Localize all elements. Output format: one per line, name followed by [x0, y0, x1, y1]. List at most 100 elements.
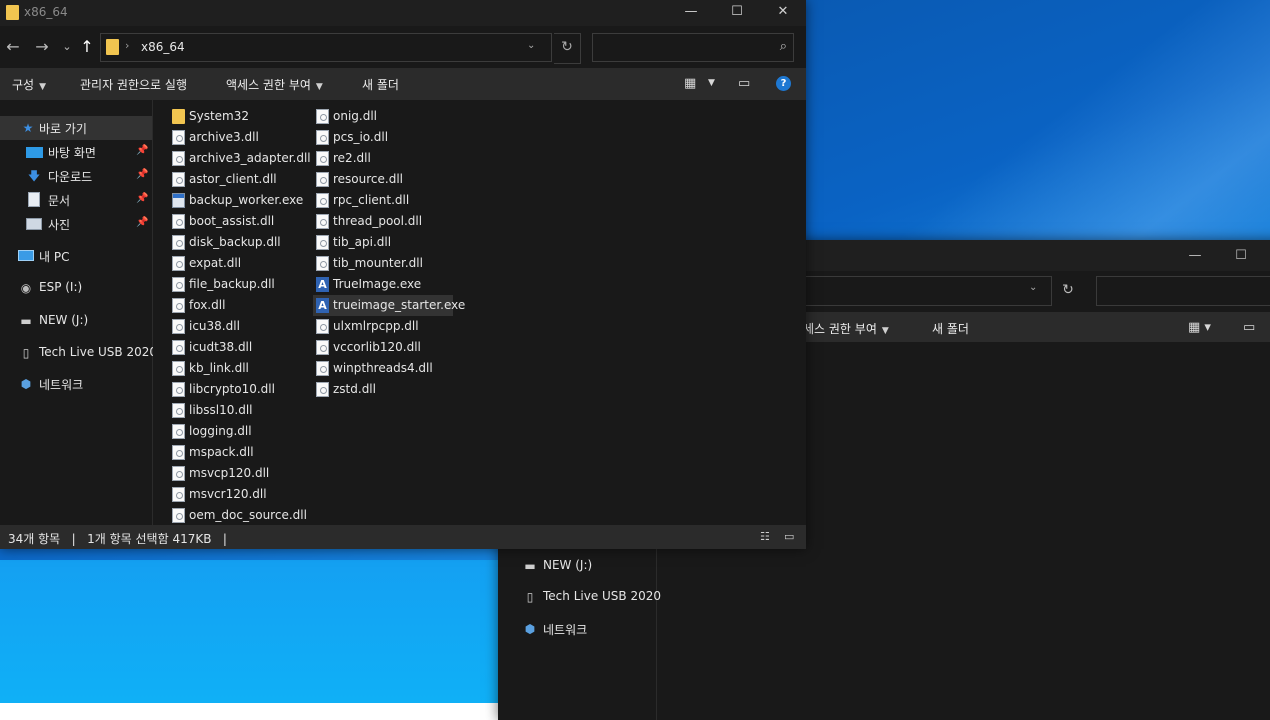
background-give-access-label: 세스 권한 부여 — [803, 322, 877, 336]
nav-item-downloads[interactable]: 🡇 다운로드 📌 — [0, 164, 152, 188]
new-folder-button[interactable]: 새 폴더 — [362, 76, 399, 93]
nav-item-pictures[interactable]: 사진 📌 — [0, 212, 152, 236]
chevron-down-icon[interactable]: ⌄ — [527, 40, 535, 51]
large-icons-view-icon[interactable]: ▭ — [784, 530, 794, 543]
file-item[interactable]: expat.dll — [169, 253, 297, 274]
back-button[interactable]: ← — [2, 34, 24, 60]
file-item[interactable]: pcs_io.dll — [313, 127, 453, 148]
dll-file-icon — [172, 382, 185, 397]
refresh-button[interactable]: ↻ — [554, 33, 581, 64]
file-item[interactable]: rpc_client.dll — [313, 190, 453, 211]
folder-item[interactable]: System32 — [169, 106, 297, 127]
help-icon[interactable]: ? — [776, 76, 791, 91]
address-bar[interactable]: › x86_64 ⌄ — [100, 33, 552, 62]
chevron-down-icon[interactable]: ⌄ — [1029, 282, 1037, 293]
search-icon[interactable]: ⌕ — [780, 39, 787, 54]
file-item[interactable]: astor_client.dll — [169, 169, 297, 190]
file-name: icudt38.dll — [189, 340, 253, 354]
file-item[interactable]: re2.dll — [313, 148, 453, 169]
file-item[interactable]: A TrueImage.exe — [313, 274, 453, 295]
file-item[interactable]: winpthreads4.dll — [313, 358, 453, 379]
pin-icon[interactable]: 📌 — [136, 217, 148, 228]
background-nav-item-new-j[interactable]: ▬ NEW (J:) — [518, 554, 658, 578]
minimize-button[interactable]: — — [668, 0, 714, 26]
background-nav-item-network[interactable]: ⬢ 네트워크 — [518, 617, 658, 641]
file-item[interactable]: resource.dll — [313, 169, 453, 190]
file-item[interactable]: libcrypto10.dll — [169, 379, 297, 400]
file-item[interactable]: tib_api.dll — [313, 232, 453, 253]
file-item[interactable]: msvcr120.dll — [169, 484, 297, 505]
nav-item-documents[interactable]: 문서 📌 — [0, 188, 152, 212]
background-nav-item-tech-live-usb[interactable]: ▯ Tech Live USB 2020 — [518, 585, 661, 609]
file-item[interactable]: oem_doc_source.dll — [169, 505, 307, 526]
background-refresh-button[interactable]: ↻ — [1054, 276, 1082, 304]
run-as-admin-button[interactable]: 관리자 권한으로 실행 — [80, 76, 187, 93]
file-item[interactable]: icudt38.dll — [169, 337, 297, 358]
preview-pane-icon[interactable]: ▭ — [1243, 320, 1255, 335]
trueimage-app-icon: A — [316, 277, 329, 292]
background-new-folder-button[interactable]: 새 폴더 — [932, 320, 969, 337]
chevron-down-icon[interactable]: ▼ — [708, 78, 715, 88]
background-maximize-button[interactable]: ☐ — [1218, 240, 1264, 271]
file-name: logging.dll — [189, 424, 252, 438]
file-item[interactable]: disk_backup.dll — [169, 232, 297, 253]
file-item[interactable]: msvcp120.dll — [169, 463, 297, 484]
nav-item-desktop[interactable]: 바탕 화면 📌 — [0, 140, 152, 164]
navigation-pane: ★ 바로 가기 바탕 화면 📌 🡇 다운로드 📌 문서 📌 사진 📌 내 PC — [0, 100, 157, 525]
preview-pane-icon[interactable]: ▭ — [738, 76, 750, 91]
background-search-input[interactable] — [1096, 276, 1270, 306]
up-button[interactable]: ↑ — [76, 34, 98, 60]
forward-button[interactable]: → — [31, 34, 53, 60]
file-item[interactable]: fox.dll — [169, 295, 297, 316]
pin-icon[interactable]: 📌 — [136, 193, 148, 204]
nav-item-this-pc[interactable]: 내 PC — [0, 244, 152, 268]
file-item[interactable]: mspack.dll — [169, 442, 297, 463]
file-item[interactable]: libssl10.dll — [169, 400, 297, 421]
pin-icon[interactable]: 📌 — [136, 145, 148, 156]
file-name: disk_backup.dll — [189, 235, 281, 249]
dll-file-icon — [172, 424, 185, 439]
dll-file-icon — [316, 319, 329, 334]
background-address-bar[interactable]: ⌄ — [798, 276, 1052, 306]
file-item[interactable]: Atrueimage_starter.exe — [313, 295, 465, 316]
file-list[interactable]: System32 archive3.dll archive3_adapter.dll… — [153, 100, 806, 525]
breadcrumb[interactable]: x86_64 — [141, 40, 185, 54]
details-view-icon[interactable]: ☷ — [760, 530, 770, 543]
file-item[interactable]: kb_link.dll — [169, 358, 297, 379]
view-options-icon[interactable]: ▦ ▾ — [1188, 320, 1211, 335]
view-options-icon[interactable]: ▦ — [684, 76, 696, 91]
file-item[interactable]: onig.dll — [313, 106, 453, 127]
title-bar[interactable]: x86_64 — ☐ ✕ — [0, 0, 806, 26]
file-item[interactable]: file_backup.dll — [169, 274, 297, 295]
maximize-button[interactable]: ☐ — [714, 0, 760, 26]
file-item[interactable]: archive3_adapter.dll — [169, 148, 311, 169]
background-minimize-button[interactable]: — — [1172, 240, 1218, 271]
dll-file-icon — [316, 172, 329, 187]
nav-label: 내 PC — [39, 250, 70, 264]
file-item[interactable]: vccorlib120.dll — [313, 337, 453, 358]
nav-item-new-drive[interactable]: ▬ NEW (J:) — [0, 309, 152, 333]
file-name: boot_assist.dll — [189, 214, 275, 228]
give-access-button[interactable]: 액세스 권한 부여 ▼ — [226, 76, 323, 93]
close-button[interactable]: ✕ — [760, 0, 806, 26]
explorer-window[interactable]: x86_64 — ☐ ✕ ← → ⌄ ↑ › x86_64 ⌄ ↻ ⌕ 구성 ▼ … — [0, 0, 806, 549]
file-item[interactable]: icu38.dll — [169, 316, 297, 337]
organize-button[interactable]: 구성 ▼ — [12, 76, 46, 93]
file-item[interactable]: ulxmlrpcpp.dll — [313, 316, 453, 337]
file-item[interactable]: thread_pool.dll — [313, 211, 453, 232]
file-name: ulxmlrpcpp.dll — [333, 319, 419, 333]
file-item[interactable]: zstd.dll — [313, 379, 453, 400]
search-input[interactable]: ⌕ — [592, 33, 794, 62]
file-item[interactable]: tib_mounter.dll — [313, 253, 453, 274]
background-give-access-button[interactable]: 세스 권한 부여 ▼ — [803, 320, 889, 337]
nav-item-tech-live-usb[interactable]: ▯ Tech Live USB 2020 — [0, 341, 157, 365]
file-item[interactable]: logging.dll — [169, 421, 297, 442]
nav-item-quick-access[interactable]: ★ 바로 가기 — [0, 116, 152, 140]
file-item[interactable]: boot_assist.dll — [169, 211, 297, 232]
nav-item-network[interactable]: ⬢ 네트워크 — [0, 372, 152, 396]
pin-icon[interactable]: 📌 — [136, 169, 148, 180]
recent-locations-button[interactable]: ⌄ — [56, 34, 78, 60]
file-item[interactable]: archive3.dll — [169, 127, 297, 148]
file-item[interactable]: backup_worker.exe — [169, 190, 303, 211]
nav-item-esp-drive[interactable]: ◉ ESP (I:) — [0, 276, 152, 300]
